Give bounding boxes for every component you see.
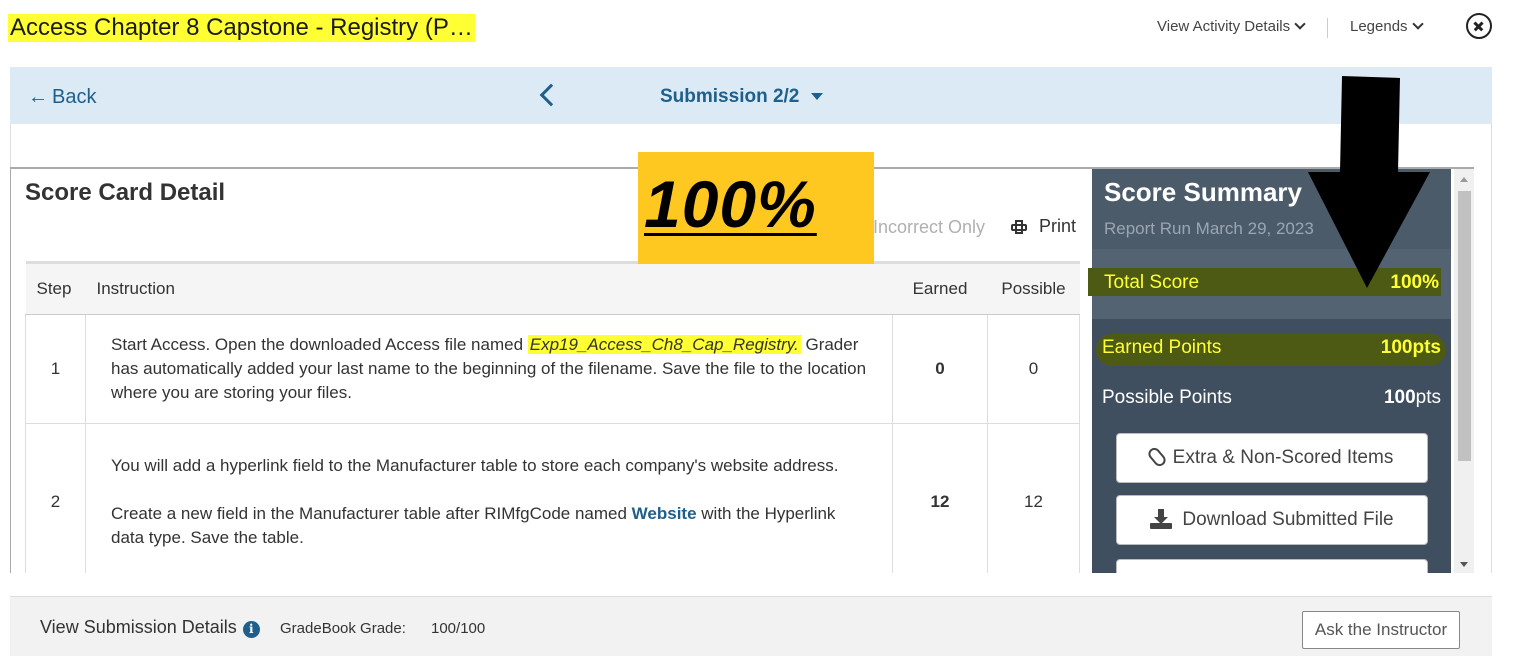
submission-selector[interactable]: Submission 2/2 [660,85,824,109]
chevron-down-icon [1294,18,1306,30]
score-annotation-text: 100% [644,167,817,241]
column-header-possible: Possible [987,261,1080,315]
possible-points-value: 100pts [1384,387,1441,409]
possible-points-unit: pts [1415,387,1441,408]
instruction-text: Create a new field in the Manufacturer t… [111,503,632,523]
scroll-up-arrow-icon[interactable] [1460,177,1468,182]
print-button[interactable]: Print [1011,216,1076,237]
score-summary-title: Score Summary [1104,177,1302,207]
instruction-text: Start Access. Open the downloaded Access… [111,335,528,354]
earned-points-value: 100pts [1381,337,1441,359]
legends-dropdown[interactable]: Legends [1350,16,1424,38]
view-activity-details-label: View Activity Details [1157,18,1291,35]
column-header-step: Step [25,261,86,315]
back-label: Back [52,86,97,108]
field-name-keyword: Website [631,503,697,523]
scrollbar[interactable] [1454,169,1474,573]
footer-bar: View Submission Details i GradeBook Grade… [10,596,1492,656]
legends-label: Legends [1350,18,1408,35]
instruction-cell: You will add a hyperlink field to the Ma… [85,423,893,573]
total-score-label: Total Score [1104,272,1200,293]
score-card-table: Step Instruction Earned Possible 1 Start… [25,261,1080,573]
arrow-left-icon: ← [28,86,48,108]
close-icon[interactable] [1466,13,1492,39]
caret-down-icon [811,93,824,100]
previous-submission-chevron-icon[interactable] [539,83,563,107]
possible-points-number: 100 [1383,387,1416,408]
step-number: 2 [25,423,86,573]
printer-icon [1011,220,1027,234]
gradebook-grade-value: 100/100 [431,620,486,637]
view-submission-label: View Submission Details [40,617,237,637]
top-bar: Access Chapter 8 Capstone - Registry (P…… [0,0,1528,58]
instruction-paragraph: Create a new field in the Manufacturer t… [111,502,867,550]
step-number: 1 [25,314,86,424]
ask-the-instructor-button[interactable]: Ask the Instructor [1302,611,1460,649]
column-header-instruction: Instruction [85,261,893,315]
activity-title: Access Chapter 8 Capstone - Registry (P… [8,14,475,42]
possible-points: 12 [987,423,1080,573]
earned-points-label: Earned Points [1102,337,1222,358]
paperclip-icon [1145,445,1168,469]
earned-points-number: 100 [1380,337,1413,358]
submission-label: Submission 2/2 [660,86,800,107]
scroll-thumb[interactable] [1458,191,1471,461]
view-submission-details-link[interactable]: View Submission Details i [40,617,260,638]
gradebook-grade-label: GradeBook Grade: [280,620,406,637]
possible-points: 0 [987,314,1080,424]
chevron-down-icon [1411,18,1424,30]
print-label: Print [1039,216,1077,236]
table-header-row: Step Instruction Earned Possible [25,261,1080,315]
earned-points: 0 [892,314,988,424]
extra-non-scored-items-button[interactable]: Extra & Non-Scored Items [1116,433,1428,483]
download-submitted-file-button[interactable]: Download Submitted File [1116,495,1428,545]
extra-items-label: Extra & Non-Scored Items [1172,447,1394,468]
report-run-date: Report Run March 29, 2023 [1104,219,1314,238]
earned-points: 12 [892,423,988,573]
arrow-down-annotation-icon [1308,76,1430,288]
possible-points-label: Possible Points [1102,387,1232,408]
scroll-down-arrow-icon[interactable] [1460,562,1468,567]
summary-button-partial[interactable] [1116,559,1428,573]
view-activity-details-dropdown[interactable]: View Activity Details [1157,16,1306,38]
incorrect-only-filter[interactable]: Incorrect Only [873,217,985,238]
table-row: 2 You will add a hyperlink field to the … [25,423,1080,573]
column-header-earned: Earned [892,261,988,315]
instruction-paragraph: You will add a hyperlink field to the Ma… [111,455,839,475]
info-icon[interactable]: i [242,621,260,638]
download-label: Download Submitted File [1182,509,1394,530]
download-icon [1150,509,1173,529]
table-row: 1 Start Access. Open the downloaded Acce… [25,314,1080,424]
score-annotation-badge: 100% [638,152,874,264]
instruction-cell: Start Access. Open the downloaded Access… [85,314,893,424]
earned-points-unit: pts [1412,337,1442,358]
divider [1327,18,1328,38]
score-card-title: Score Card Detail [25,179,226,206]
back-button[interactable]: ← Back [28,85,96,109]
file-name: Exp19_Access_Ch8_Cap_Registry. [527,335,801,354]
submission-nav-bar: ← Back Submission 2/2 [10,67,1492,124]
